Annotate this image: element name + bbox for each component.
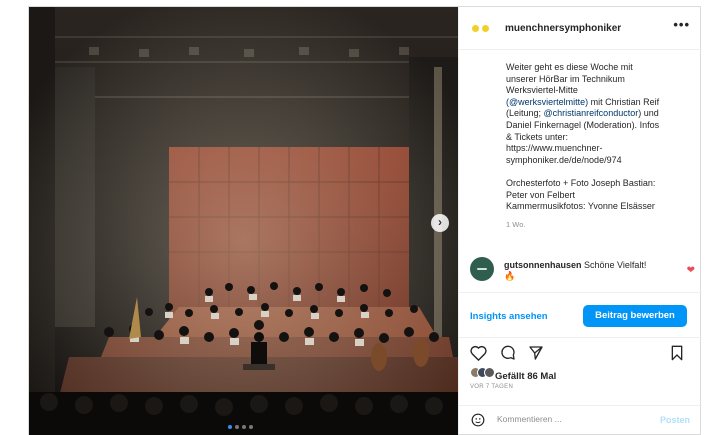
share-icon[interactable] (528, 345, 544, 366)
emoji-icon[interactable] (471, 413, 485, 427)
post-date[interactable]: VOR 7 TAGEN (470, 384, 513, 390)
boost-post-button[interactable]: Beitrag bewerben (583, 305, 687, 327)
comment-item: gutsonnenhausen Schöne Vielfalt! 🔥 ❤ (470, 257, 695, 287)
post-sidebar: muenchnersymphoniker ••• Weiter geht es … (458, 7, 702, 434)
heart-icon[interactable] (470, 345, 487, 366)
like-count[interactable]: Gefällt 86 Mal (495, 371, 556, 382)
carousel-dot (242, 425, 246, 429)
action-icons (470, 345, 690, 365)
heart-icon[interactable]: ❤ (687, 265, 695, 276)
caption-text: Weiter geht es diese Woche mit unserer H… (506, 62, 688, 213)
post-comment-button[interactable]: Posten (660, 415, 690, 425)
comment-body: Schöne Vielfalt! (581, 260, 647, 270)
mention-link[interactable]: (@werksviertelmitte) (506, 97, 588, 107)
comment-username[interactable]: gutsonnenhausen (504, 260, 582, 270)
orchestra-photo (29, 7, 458, 435)
comment-text: gutsonnenhausen Schöne Vielfalt! 🔥 (504, 260, 674, 282)
post-card: › muenchnersymphoniker ••• Weiter geht e… (28, 6, 702, 435)
add-comment-bar: Posten (459, 405, 702, 434)
avatar[interactable] (470, 257, 494, 281)
mention-link[interactable]: @christianreifconductor (544, 108, 639, 118)
avatar[interactable] (470, 21, 496, 35)
carousel-dot (228, 425, 232, 429)
caption-part: Weiter geht es diese Woche mit unserer H… (506, 62, 633, 96)
fire-emoji: 🔥 (504, 271, 516, 281)
carousel-dot (235, 425, 239, 429)
post-caption: Weiter geht es diese Woche mit unserer H… (506, 62, 688, 230)
carousel-indicator (228, 425, 253, 429)
caption-time[interactable]: 1 Wo. (506, 219, 688, 231)
bookmark-icon[interactable] (670, 345, 684, 366)
author-username[interactable]: muenchnersymphoniker (505, 23, 621, 34)
comment-input[interactable] (497, 414, 647, 424)
avatar (484, 367, 495, 378)
chevron-right-icon: › (438, 215, 442, 229)
owner-actions: Insights ansehen Beitrag bewerben (459, 292, 702, 338)
more-icon[interactable]: ••• (673, 17, 690, 32)
post-header: muenchnersymphoniker ••• (459, 7, 702, 50)
carousel-dot (249, 425, 253, 429)
post-photo[interactable]: › (29, 7, 458, 435)
comment-icon[interactable] (500, 345, 516, 366)
caption-part: ) und Daniel Finkernagel (Moderation). I… (506, 108, 660, 212)
insights-link[interactable]: Insights ansehen (470, 311, 548, 322)
next-image-button[interactable]: › (431, 214, 449, 232)
